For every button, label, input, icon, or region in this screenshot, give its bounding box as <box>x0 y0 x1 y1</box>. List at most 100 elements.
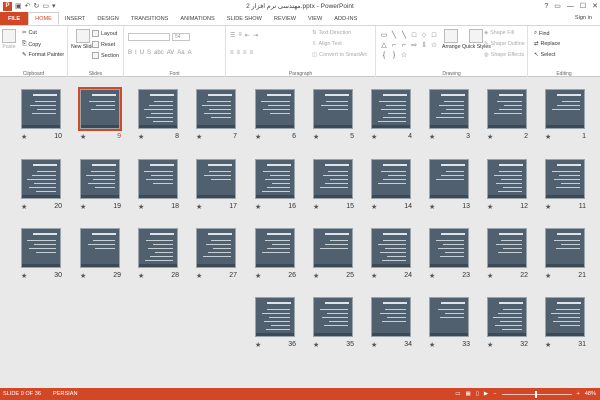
star-shape-icon[interactable]: ☆ <box>429 40 439 50</box>
slide-thumbnail[interactable] <box>138 228 178 268</box>
layout-button[interactable]: Layout <box>92 30 117 37</box>
slide-thumbnail[interactable] <box>429 228 469 268</box>
arrow-shape-icon[interactable]: ⇨ <box>409 40 419 50</box>
tab-view[interactable]: VIEW <box>302 12 328 25</box>
connector-shape-icon[interactable]: ⌐ <box>389 40 399 50</box>
normal-view-icon[interactable]: ▭ <box>455 391 460 397</box>
zoom-in-icon[interactable]: + <box>577 391 580 397</box>
arrange-button[interactable]: Arrange <box>442 29 460 50</box>
decrease-indent-icon[interactable]: ⇤ <box>245 32 250 39</box>
slide-thumbnail[interactable] <box>371 228 411 268</box>
slide-thumbnail[interactable] <box>78 87 122 131</box>
slide-transition-star-icon[interactable]: ★ <box>255 133 261 141</box>
tab-add-ins[interactable]: ADD-INS <box>328 12 363 25</box>
font-color-button[interactable]: A <box>188 50 192 56</box>
slideshow-view-icon[interactable]: ▶ <box>484 391 488 397</box>
tab-animations[interactable]: ANIMATIONS <box>174 12 220 25</box>
zoom-level[interactable]: 48% <box>585 391 596 397</box>
slide-thumbnail[interactable] <box>545 228 585 268</box>
slide-thumbnail[interactable] <box>255 159 295 199</box>
slide-transition-star-icon[interactable]: ★ <box>545 133 551 141</box>
slide-thumbnail[interactable] <box>429 89 469 129</box>
slide-transition-star-icon[interactable]: ★ <box>545 341 551 349</box>
sign-in-link[interactable]: Sign in <box>575 15 592 21</box>
shapes-gallery[interactable]: ▭ ╲ ╲ □ ○ □ △ ⌐ ⌐ ⇨ ⇩ ☆ { } ☆ <box>379 30 439 60</box>
star-shape-icon[interactable]: ☆ <box>399 50 409 60</box>
cut-button[interactable]: ✂ Cut <box>22 30 37 36</box>
slide-transition-star-icon[interactable]: ★ <box>371 133 377 141</box>
slide-transition-star-icon[interactable]: ★ <box>80 203 86 211</box>
redo-icon[interactable]: ↻ <box>34 2 40 10</box>
slide-thumbnail[interactable] <box>429 159 469 199</box>
font-name-box[interactable] <box>128 33 170 41</box>
slide-sorter-view-icon[interactable]: ▦ <box>466 391 471 397</box>
change-case-button[interactable]: Aa <box>177 50 184 56</box>
slide-thumbnail[interactable] <box>371 159 411 199</box>
start-slideshow-icon[interactable]: ▭ <box>42 2 49 10</box>
slide-thumbnail[interactable] <box>255 89 295 129</box>
slide-thumbnail[interactable] <box>371 297 411 337</box>
slide-thumbnail[interactable] <box>371 89 411 129</box>
slide-transition-star-icon[interactable]: ★ <box>138 133 144 141</box>
bold-button[interactable]: B <box>128 50 132 56</box>
slide-transition-star-icon[interactable]: ★ <box>371 341 377 349</box>
slide-thumbnail[interactable] <box>487 297 527 337</box>
line-shape-icon[interactable]: ╲ <box>399 30 409 40</box>
brace-shape-icon[interactable]: { <box>379 50 389 60</box>
slide-thumbnail[interactable] <box>545 297 585 337</box>
reading-view-icon[interactable]: ▯ <box>476 391 479 397</box>
slide-transition-star-icon[interactable]: ★ <box>371 203 377 211</box>
slide-thumbnail[interactable] <box>313 297 353 337</box>
shape-effects-button[interactable]: ◍ Shape Effects <box>484 52 524 58</box>
minimize-icon[interactable]: — <box>567 3 574 10</box>
tab-file[interactable]: FILE <box>0 12 29 25</box>
slide-thumbnail[interactable] <box>80 159 120 199</box>
slide-transition-star-icon[interactable]: ★ <box>487 272 493 280</box>
slide-transition-star-icon[interactable]: ★ <box>313 133 319 141</box>
slide-transition-star-icon[interactable]: ★ <box>21 272 27 280</box>
slide-transition-star-icon[interactable]: ★ <box>429 341 435 349</box>
powerpoint-logo-icon[interactable]: P <box>3 1 12 11</box>
maximize-icon[interactable]: ☐ <box>580 2 586 10</box>
close-icon[interactable]: ✕ <box>592 2 598 10</box>
save-icon[interactable]: ▣ <box>15 2 22 10</box>
slide-thumbnail[interactable] <box>313 228 353 268</box>
slide-transition-star-icon[interactable]: ★ <box>313 272 319 280</box>
slide-transition-star-icon[interactable]: ★ <box>196 133 202 141</box>
strikethrough-button[interactable]: abc <box>154 50 164 56</box>
bullets-icon[interactable]: ☰ <box>230 32 235 39</box>
zoom-out-icon[interactable]: − <box>493 391 496 397</box>
tab-home[interactable]: HOME <box>28 12 59 25</box>
slide-transition-star-icon[interactable]: ★ <box>429 133 435 141</box>
slide-transition-star-icon[interactable]: ★ <box>545 272 551 280</box>
char-spacing-button[interactable]: AV <box>167 50 175 56</box>
slide-thumbnail[interactable] <box>429 297 469 337</box>
slide-sorter[interactable]: ★ 1 ★ 2 ★ 3 ★ 4 ★ 5 ★ 6 ★ 7 ★ 8 ★ 9 ★ 10 ★ 11 ★ 12 ★ 13 ★ 14 ★ 15 ★ 16 ★… <box>0 77 600 388</box>
slide-transition-star-icon[interactable]: ★ <box>138 272 144 280</box>
justify-icon[interactable]: ≡ <box>250 50 254 56</box>
slide-thumbnail[interactable] <box>21 159 61 199</box>
tab-review[interactable]: REVIEW <box>268 12 302 25</box>
find-button[interactable]: ⌕ Find <box>534 30 550 37</box>
slide-thumbnail[interactable] <box>487 228 527 268</box>
reset-button[interactable]: Reset <box>92 41 115 48</box>
slide-transition-star-icon[interactable]: ★ <box>487 341 493 349</box>
slide-transition-star-icon[interactable]: ★ <box>21 133 27 141</box>
undo-icon[interactable]: ↶ <box>25 2 31 10</box>
shape-fill-button[interactable]: ◈ Shape Fill <box>484 30 514 36</box>
slide-transition-star-icon[interactable]: ★ <box>487 203 493 211</box>
slide-thumbnail[interactable] <box>196 159 236 199</box>
align-left-icon[interactable]: ≡ <box>230 50 234 56</box>
slide-thumbnail[interactable] <box>255 297 295 337</box>
rectangle-shape-icon[interactable]: □ <box>409 30 419 40</box>
align-center-icon[interactable]: ≡ <box>237 50 241 56</box>
slide-thumbnail[interactable] <box>21 89 61 129</box>
slide-transition-star-icon[interactable]: ★ <box>429 203 435 211</box>
shape-outline-button[interactable]: ✎ Shape Outline <box>484 41 525 47</box>
slide-thumbnail[interactable] <box>545 159 585 199</box>
slide-transition-star-icon[interactable]: ★ <box>21 203 27 211</box>
slide-transition-star-icon[interactable]: ★ <box>80 133 86 141</box>
italic-button[interactable]: I <box>135 50 137 56</box>
format-painter-button[interactable]: ✎ Format Painter <box>22 52 64 58</box>
shadow-button[interactable]: S <box>147 50 151 56</box>
